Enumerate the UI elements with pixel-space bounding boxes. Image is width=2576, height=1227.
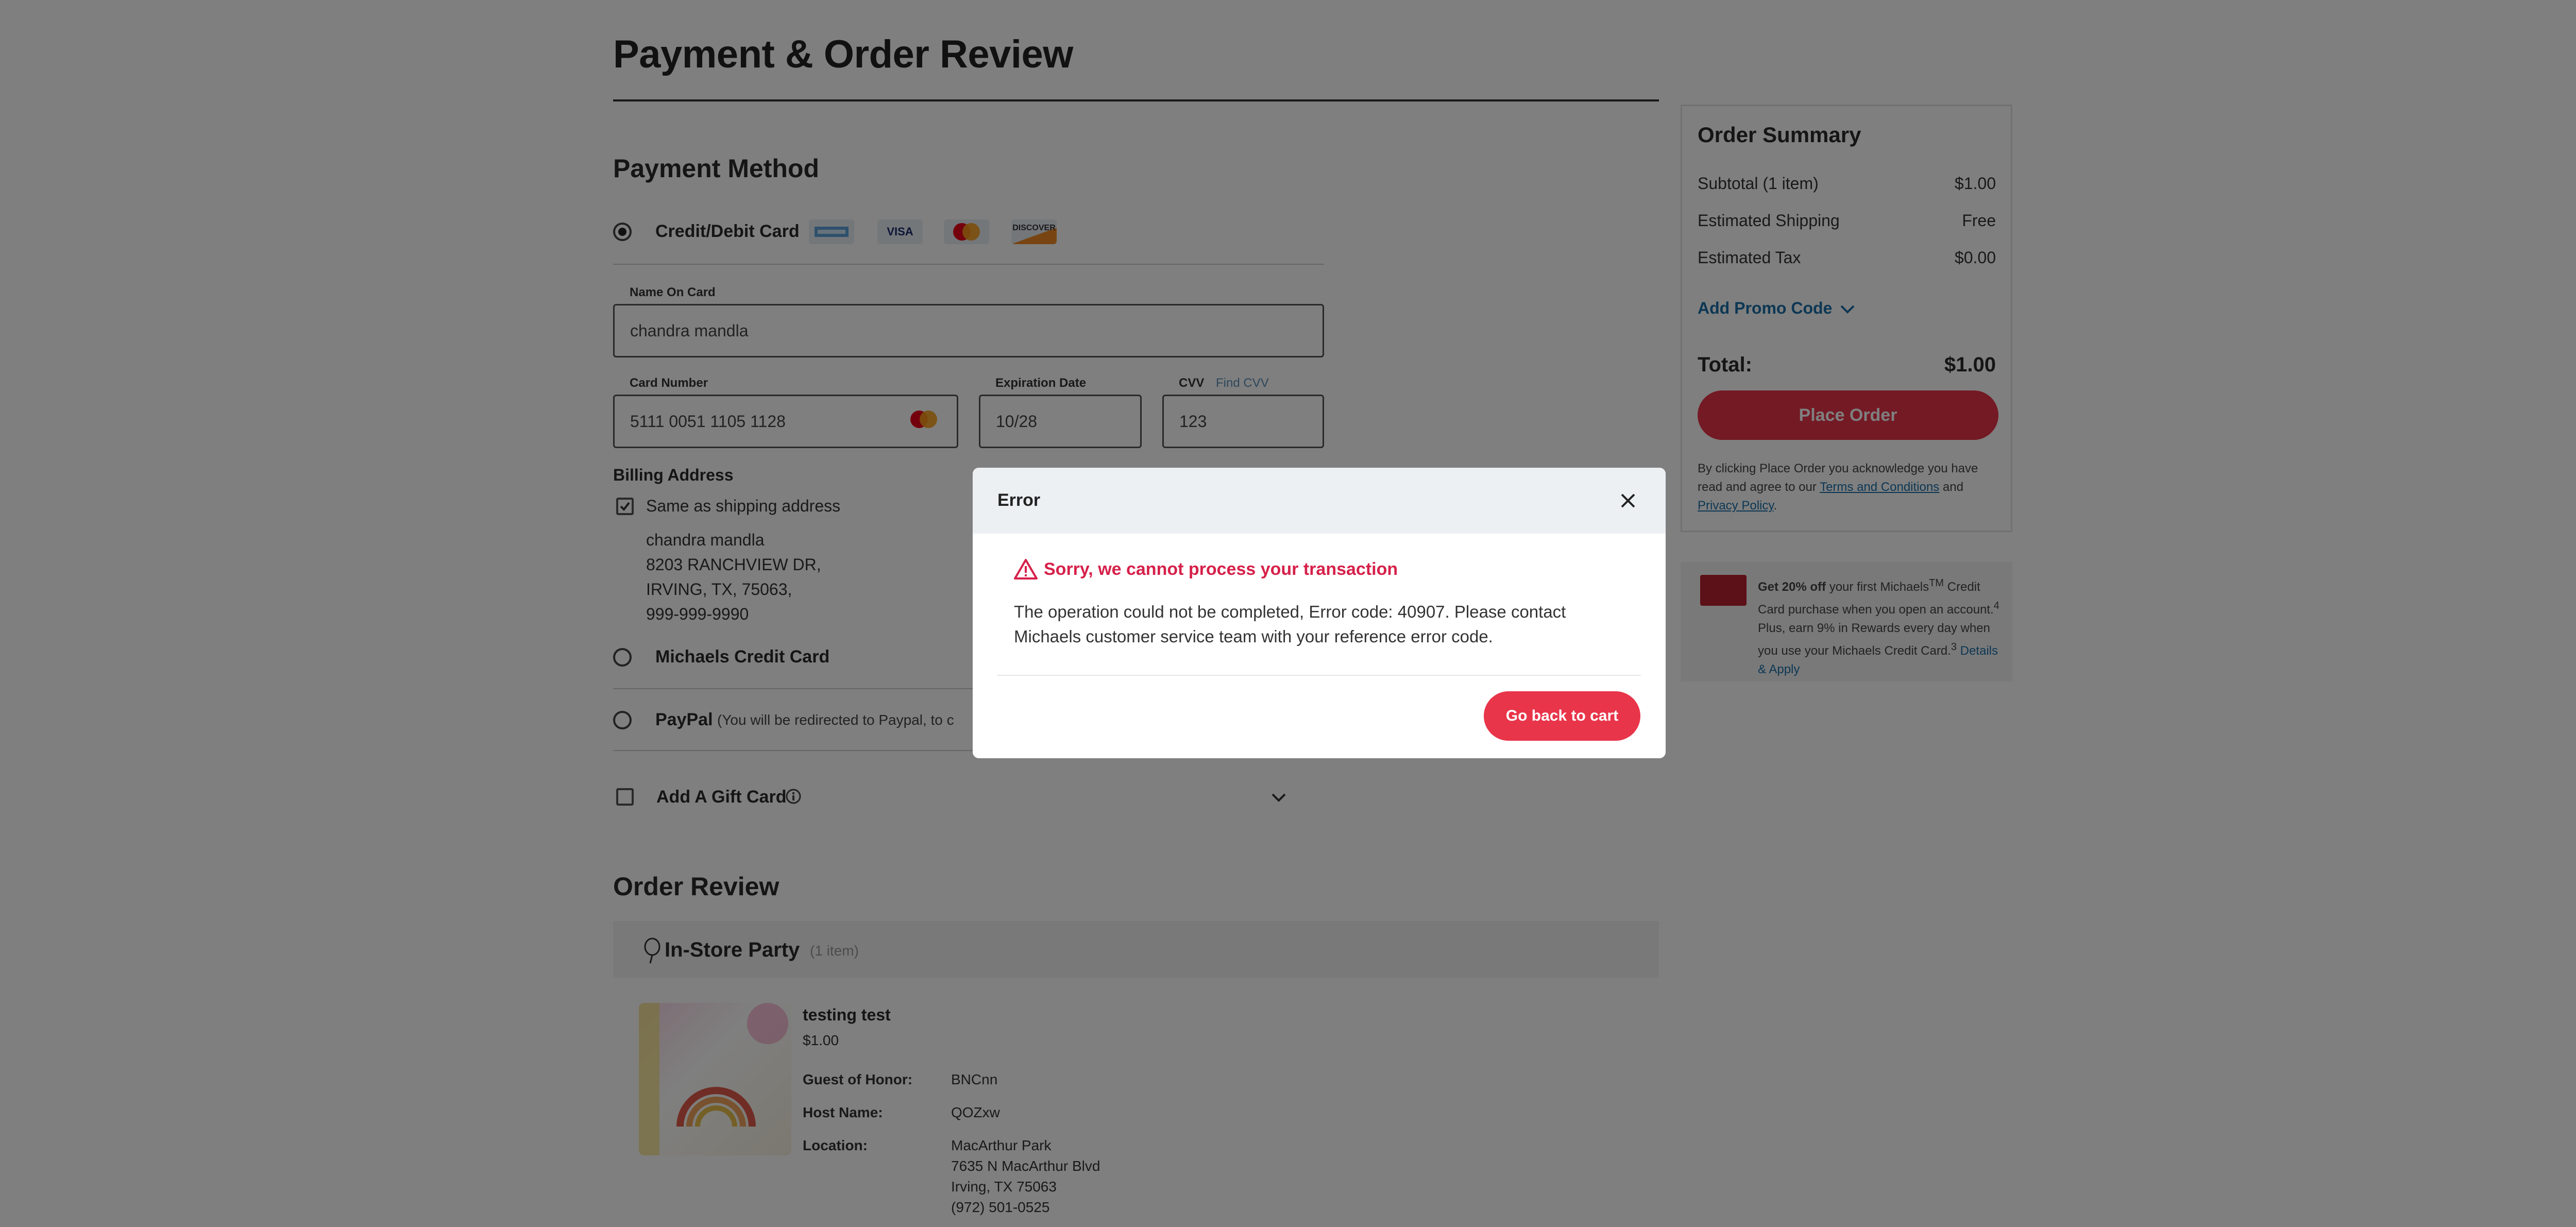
close-icon[interactable] (1616, 488, 1640, 513)
go-back-to-cart-button[interactable]: Go back to cart (1484, 691, 1640, 741)
modal-title: Error (997, 490, 1041, 510)
warning-icon (1014, 558, 1038, 583)
error-message: The operation could not be completed, Er… (1014, 602, 1566, 646)
modal-divider (997, 675, 1641, 676)
error-heading: Sorry, we cannot process your transactio… (1044, 559, 1398, 579)
modal-header (973, 468, 1666, 534)
error-modal: Error Sorry, we cannot process your tran… (973, 468, 1666, 758)
